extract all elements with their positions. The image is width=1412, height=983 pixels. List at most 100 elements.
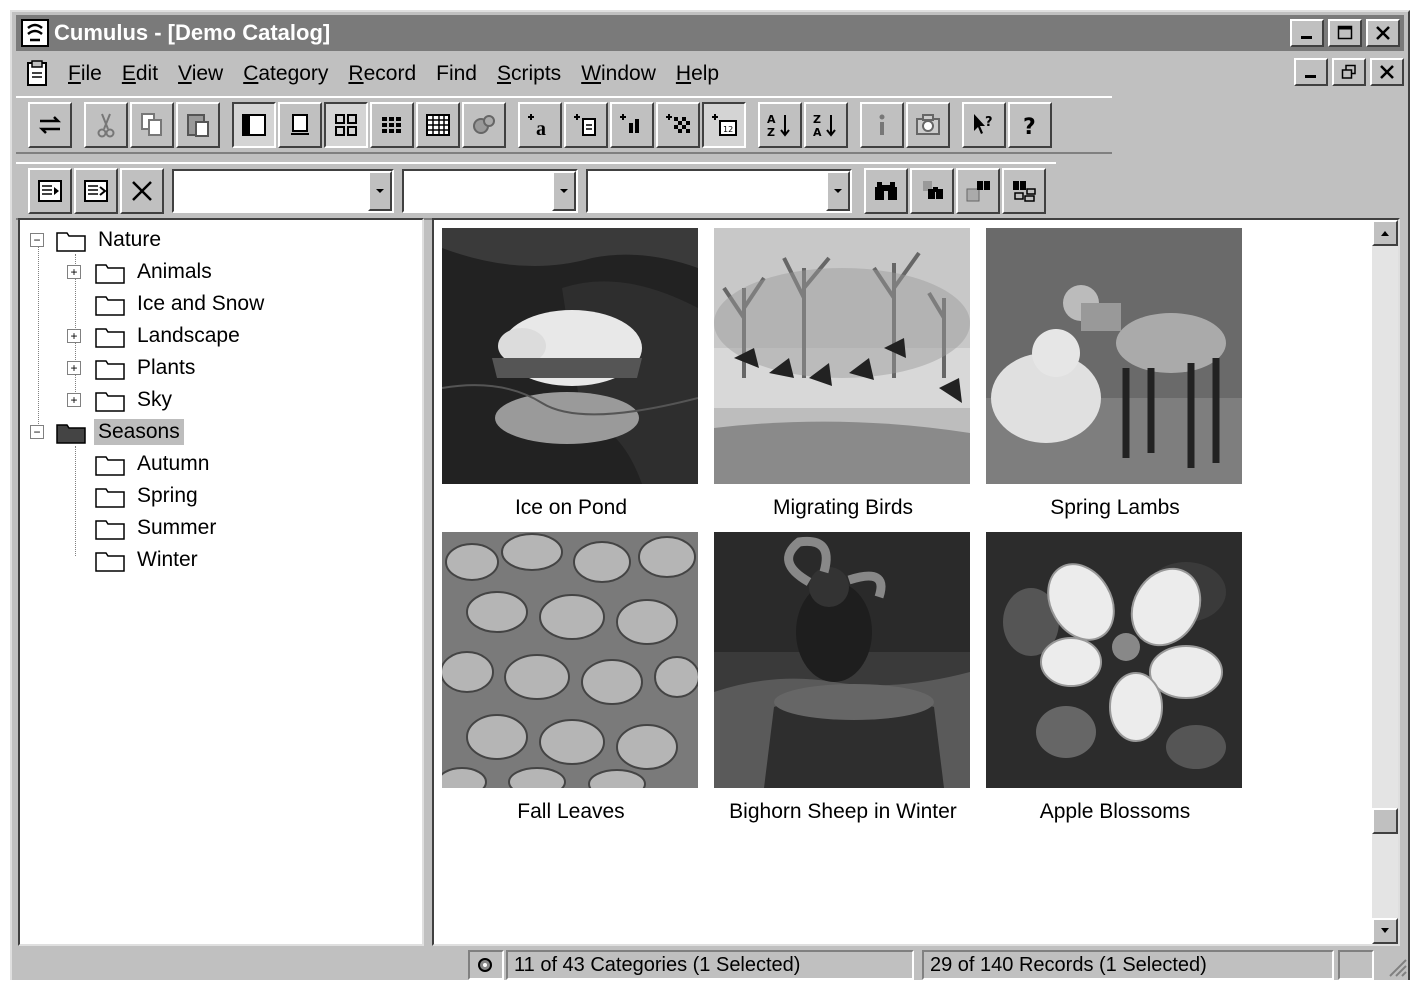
find-button[interactable]: [864, 168, 908, 214]
swap-button[interactable]: [28, 102, 72, 148]
record-thumbnail[interactable]: Bighorn Sheep in Winter: [714, 532, 972, 824]
menu-find[interactable]: Find: [426, 62, 487, 86]
tree-item-seasons[interactable]: − Seasons: [30, 416, 184, 448]
expand-icon[interactable]: +: [67, 265, 81, 279]
doc-minimize-button[interactable]: [1294, 58, 1328, 86]
category-tree-pane[interactable]: − Nature + Animals Ice and Snow + Landsc…: [18, 218, 424, 946]
menu-edit[interactable]: Edit: [112, 62, 168, 86]
context-help-button[interactable]: ?: [962, 102, 1006, 148]
tree-item-winter[interactable]: Winter: [67, 544, 202, 576]
field-select-dropdown-button[interactable]: [368, 171, 392, 211]
scroll-down-button[interactable]: [1372, 918, 1398, 944]
menu-category[interactable]: Category: [233, 62, 338, 86]
menu-record[interactable]: Record: [338, 62, 426, 86]
copy-button[interactable]: [130, 102, 174, 148]
value-select-dropdown-button[interactable]: [826, 171, 850, 211]
chevron-down-icon: [834, 189, 842, 193]
list-view-button[interactable]: [416, 102, 460, 148]
tree-item-plants[interactable]: + Plants: [67, 352, 199, 384]
sort-ascending-button[interactable]: AZ: [758, 102, 802, 148]
camera-button[interactable]: [906, 102, 950, 148]
record-thumbnail[interactable]: Apple Blossoms: [986, 532, 1244, 824]
record-caption: Migrating Birds: [772, 496, 914, 519]
toggle-category-pane-button[interactable]: [232, 102, 276, 148]
tree-item-summer[interactable]: Summer: [67, 512, 220, 544]
sort-descending-button[interactable]: ZA: [804, 102, 848, 148]
record-caption: Fall Leaves: [517, 800, 625, 823]
find-in-selection-button[interactable]: [956, 168, 1000, 214]
title-bar[interactable]: Cumulus - [Demo Catalog]: [16, 15, 1404, 51]
small-thumbnail-view-button[interactable]: [370, 102, 414, 148]
record-form-icon: [38, 180, 62, 202]
tree-item-animals[interactable]: + Animals: [67, 256, 216, 288]
document-window-icon[interactable]: [22, 59, 52, 89]
operator-select[interactable]: [402, 169, 578, 213]
edit-record-button[interactable]: [74, 168, 118, 214]
cumulus-app-icon[interactable]: [20, 18, 50, 48]
record-thumbnail[interactable]: Ice on Pond: [442, 228, 700, 520]
collapse-icon[interactable]: −: [30, 425, 44, 439]
cut-button[interactable]: [84, 102, 128, 148]
tree-item-landscape[interactable]: + Landscape: [67, 320, 244, 352]
record-thumbnail[interactable]: Migrating Birds: [714, 228, 972, 520]
find-next-button[interactable]: [910, 168, 954, 214]
folder-closed-icon: [95, 456, 125, 476]
thumbnail-view-button[interactable]: [324, 102, 368, 148]
record-thumbnail[interactable]: Spring Lambs: [986, 228, 1244, 520]
copy-icon: [141, 113, 162, 136]
resize-grip-icon[interactable]: [1384, 954, 1408, 978]
close-icon: [1376, 26, 1390, 40]
find-selection-icon: [966, 181, 990, 202]
menu-window[interactable]: Window: [571, 62, 666, 86]
help-button[interactable]: ?: [1008, 102, 1052, 148]
collapse-icon[interactable]: −: [30, 233, 44, 247]
add-checker-icon: [666, 114, 690, 133]
svg-text:a: a: [536, 118, 546, 139]
open-record-button[interactable]: [28, 168, 72, 214]
preview-button[interactable]: [462, 102, 506, 148]
add-file-button[interactable]: [564, 102, 608, 148]
chevron-down-icon: [376, 189, 384, 193]
doc-restore-button[interactable]: [1332, 58, 1366, 86]
add-text-button[interactable]: a: [518, 102, 562, 148]
tree-item-label: Nature: [98, 228, 162, 251]
add-pattern-button[interactable]: [656, 102, 700, 148]
minimize-button[interactable]: [1290, 19, 1324, 47]
operator-select-dropdown-button[interactable]: [552, 171, 576, 211]
menu-help[interactable]: Help: [666, 62, 729, 86]
menu-view[interactable]: View: [168, 62, 233, 86]
maximize-button[interactable]: [1328, 19, 1362, 47]
tree-item-nature[interactable]: − Nature: [30, 224, 165, 256]
svg-text:A: A: [813, 126, 822, 139]
doc-close-button[interactable]: [1370, 58, 1404, 86]
vertical-scrollbar[interactable]: [1372, 220, 1398, 944]
expand-icon[interactable]: +: [67, 361, 81, 375]
question-mark-icon: ?: [1023, 115, 1036, 139]
tree-item-sky[interactable]: + Sky: [67, 384, 176, 416]
expand-icon[interactable]: +: [67, 393, 81, 407]
records-pane[interactable]: Ice on Pond Migrating Birds Spring Lambs…: [432, 218, 1400, 946]
delete-record-button[interactable]: [120, 168, 164, 214]
add-number-button[interactable]: 12: [702, 102, 746, 148]
close-button[interactable]: [1366, 19, 1400, 47]
tree-item-autumn[interactable]: Autumn: [67, 448, 213, 480]
record-thumbnail[interactable]: Fall Leaves: [442, 532, 700, 824]
value-select[interactable]: [586, 169, 852, 213]
add-sound-button[interactable]: [610, 102, 654, 148]
status-bar: 11 of 43 Categories (1 Selected) 29 of 1…: [16, 948, 1408, 980]
single-record-view-button[interactable]: [278, 102, 322, 148]
paste-button[interactable]: [176, 102, 220, 148]
tree-item-label: Seasons: [94, 419, 184, 445]
expand-icon[interactable]: +: [67, 329, 81, 343]
find-all-button[interactable]: [1002, 168, 1046, 214]
sort-descending-icon: ZA: [813, 113, 836, 139]
scroll-up-button[interactable]: [1372, 220, 1398, 246]
scroll-thumb[interactable]: [1372, 808, 1398, 834]
menu-file[interactable]: File: [58, 62, 112, 86]
field-select[interactable]: [172, 169, 394, 213]
info-button[interactable]: [860, 102, 904, 148]
menu-scripts[interactable]: Scripts: [487, 62, 571, 86]
status-gear-icon: [478, 958, 492, 972]
tree-item-spring[interactable]: Spring: [67, 480, 202, 512]
tree-item-ice-and-snow[interactable]: Ice and Snow: [67, 288, 268, 320]
